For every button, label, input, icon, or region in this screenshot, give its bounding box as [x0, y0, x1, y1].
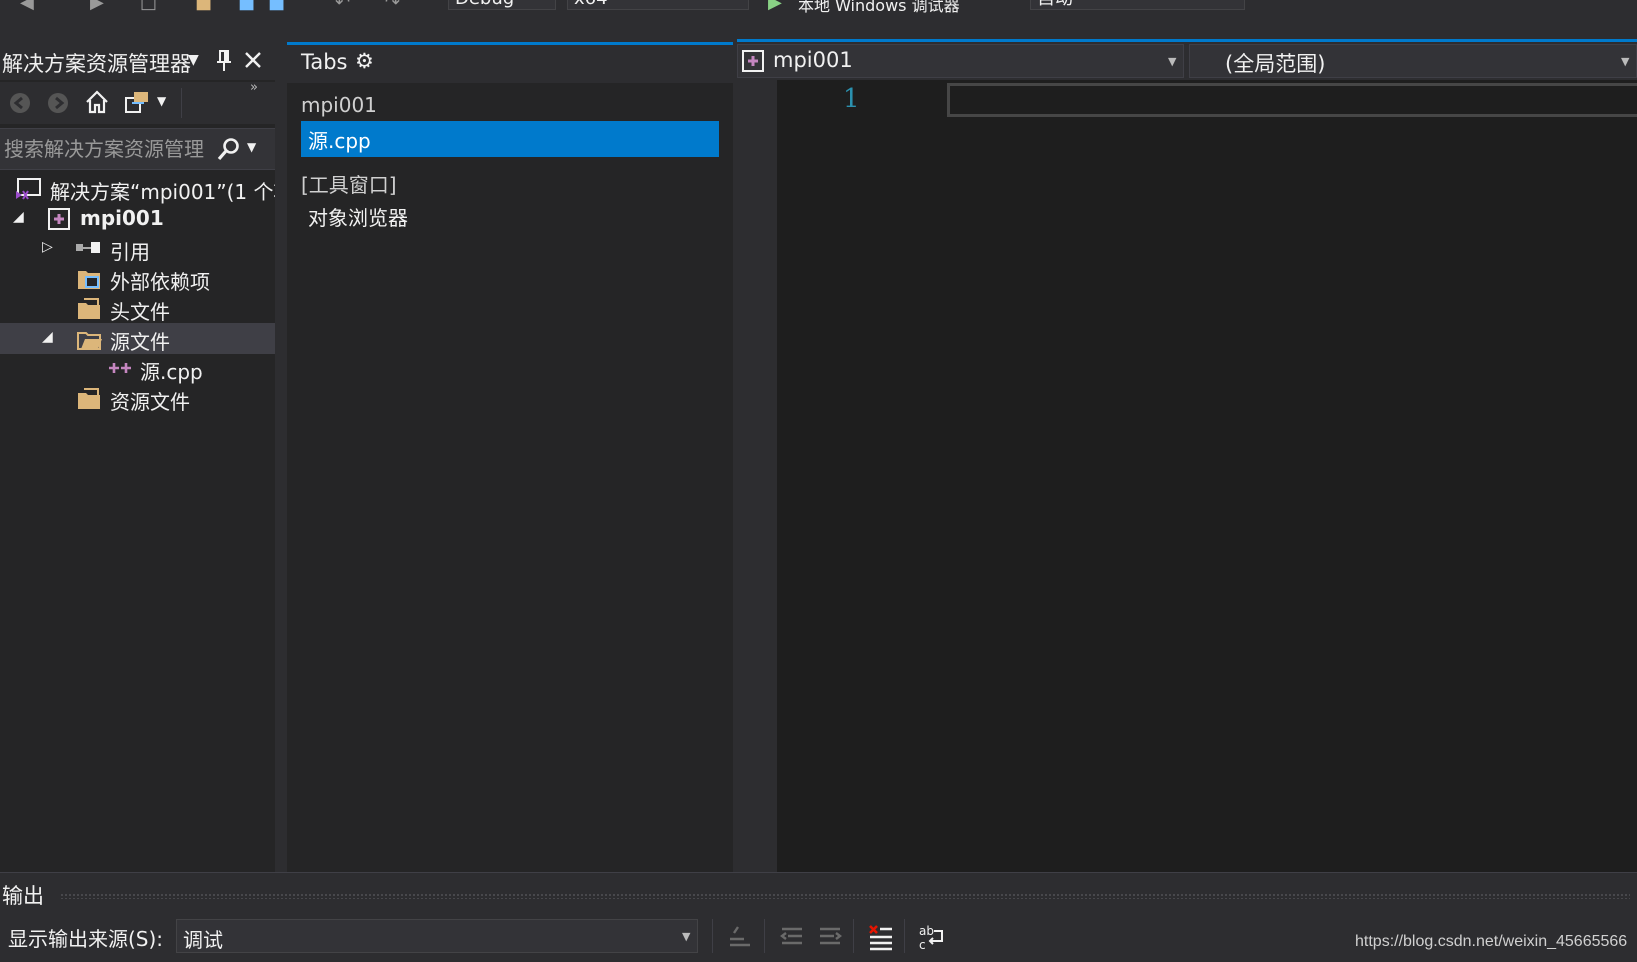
tree-item-label: 源.cpp [140, 360, 203, 384]
expanded-arrow-icon[interactable]: ◢ [13, 209, 24, 225]
chevron-down-icon[interactable]: ▼ [157, 94, 166, 108]
output-panel: 输出 显示输出来源(S): 调试 ▼ ab c https://blog.csd… [0, 872, 1637, 962]
save-all-icon[interactable]: ■ [268, 0, 285, 13]
tree-item-label: 源文件 [110, 330, 170, 354]
word-wrap-icon[interactable]: ab c [914, 919, 950, 953]
overflow-icon[interactable]: » [250, 80, 258, 95]
save-icon[interactable]: ■ [238, 0, 255, 13]
tree-item-label: 外部依赖项 [110, 270, 210, 294]
current-line-highlight [947, 83, 1637, 117]
search-input[interactable] [2, 135, 226, 163]
tabs-group-project: mpi001 [301, 93, 377, 117]
search-icon[interactable] [217, 137, 241, 161]
search-options-chevron-icon[interactable]: ▼ [247, 140, 256, 154]
open-folder-icon [77, 332, 102, 350]
folder-icon [78, 388, 100, 409]
tabs-header: Tabs ⚙ [287, 45, 733, 83]
chevron-down-icon: ▼ [1621, 55, 1630, 68]
clear-all-icon[interactable] [862, 919, 898, 953]
tree-item-label: 资源文件 [110, 390, 190, 414]
undo-icon[interactable]: ↶ [335, 0, 350, 13]
collapsed-arrow-icon[interactable]: ▷ [42, 239, 53, 255]
tree-item-references[interactable]: ▷ 引用 [0, 233, 275, 264]
scope-dropdown-value: (全局范围) [1225, 52, 1326, 76]
tree-item-source-cpp[interactable]: 源.cpp [0, 353, 275, 384]
tree-item-header-files[interactable]: 头文件 [0, 293, 275, 324]
code-editor[interactable]: 1 [777, 80, 1637, 872]
output-source-dropdown[interactable]: 调试 ▼ [176, 919, 698, 953]
tabs-group-tool-windows: [工具窗口] [301, 173, 397, 197]
output-title: 输出 [2, 884, 44, 908]
cpp-file-icon [109, 363, 131, 373]
scope-dropdown[interactable]: (全局范围) ▼ [1189, 44, 1637, 78]
solution-icon [16, 178, 41, 200]
editor-navigation-bar: mpi001 ▼ (全局范围) ▼ [737, 39, 1637, 80]
new-project-icon[interactable]: □ [140, 0, 157, 13]
find-next-icon[interactable] [812, 919, 848, 953]
watermark: https://blog.csdn.net/weixin_45665566 [1355, 933, 1628, 950]
output-source-value: 调试 [183, 928, 223, 952]
forward-icon[interactable]: ▶ [90, 0, 104, 13]
external-deps-folder-icon [78, 271, 100, 289]
output-source-label: 显示输出来源(S): [8, 927, 164, 951]
tabs-title: Tabs [301, 50, 348, 74]
references-icon [76, 242, 100, 253]
close-icon[interactable] [244, 51, 262, 69]
tree-item-label: 引用 [110, 240, 150, 264]
tab-object-browser[interactable]: 对象浏览器 [308, 202, 408, 231]
home-icon[interactable] [84, 89, 110, 115]
run-mode-dropdown[interactable]: 自动 [1030, 0, 1245, 10]
tab-source-cpp[interactable]: 源.cpp [301, 121, 719, 157]
tab-label: 源.cpp [308, 129, 371, 153]
tree-item-label: 解决方案“mpi001”(1 个项目) [50, 180, 275, 204]
chevron-down-icon: ▼ [1168, 55, 1177, 68]
solution-explorer-search: ▼ [0, 128, 275, 170]
go-to-previous-message-icon[interactable] [722, 919, 758, 953]
cpp-project-icon [48, 208, 70, 230]
sync-view-icon[interactable] [124, 89, 152, 117]
solution-explorer-title: 解决方案资源管理器 [2, 52, 191, 76]
forward-icon[interactable] [47, 92, 69, 114]
find-previous-icon[interactable] [774, 919, 810, 953]
project-dropdown[interactable]: mpi001 ▼ [737, 44, 1184, 78]
tree-item-resource-files[interactable]: 资源文件 [0, 383, 275, 414]
run-debugger-button[interactable]: 本地 Windows 调试器 [798, 0, 960, 16]
tree-item-external-dependencies[interactable]: 外部依赖项 [0, 263, 275, 294]
svg-text:ab: ab [919, 924, 934, 938]
solution-explorer-toolbar: ▼ » [0, 80, 275, 124]
editor-indicator-margin [737, 80, 777, 872]
panel-menu-chevron-icon[interactable]: ▼ [188, 52, 199, 68]
folder-icon [78, 298, 100, 319]
configuration-dropdown[interactable]: Debug [448, 0, 556, 10]
platform-dropdown[interactable]: x64 [567, 0, 749, 10]
pin-icon[interactable] [216, 50, 232, 72]
tree-item-source-files[interactable]: ◢ 源文件 [0, 323, 275, 354]
tree-item-label: 头文件 [110, 300, 170, 324]
panel-drag-grip[interactable] [60, 893, 1630, 899]
back-icon[interactable] [9, 92, 31, 114]
start-debug-icon[interactable]: ▶ [768, 0, 782, 13]
expanded-arrow-icon[interactable]: ◢ [42, 329, 53, 345]
cpp-project-icon [742, 50, 764, 72]
tree-item-label: mpi001 [80, 206, 164, 230]
svg-text:c: c [919, 938, 926, 952]
gear-icon[interactable]: ⚙ [355, 49, 374, 73]
main-toolbar: ◀ ▶ □ ■ ■ ■ ↶ ↷ Debug x64 ▶ 本地 Windows 调… [0, 0, 1637, 16]
back-icon[interactable]: ◀ [20, 0, 34, 13]
project-dropdown-value: mpi001 [773, 48, 853, 72]
tabs-panel: Tabs ⚙ mpi001 源.cpp [工具窗口] 对象浏览器 [287, 42, 733, 872]
solution-explorer-titlebar: 解决方案资源管理器 ▼ [0, 42, 275, 80]
redo-icon[interactable]: ↷ [385, 0, 400, 13]
open-folder-icon[interactable]: ■ [195, 0, 212, 13]
line-number: 1 [843, 84, 860, 114]
tree-item-solution[interactable]: 解决方案“mpi001”(1 个项目) [0, 173, 275, 204]
tree-item-project[interactable]: ◢ mpi001 [0, 203, 275, 234]
chevron-down-icon: ▼ [682, 930, 691, 943]
